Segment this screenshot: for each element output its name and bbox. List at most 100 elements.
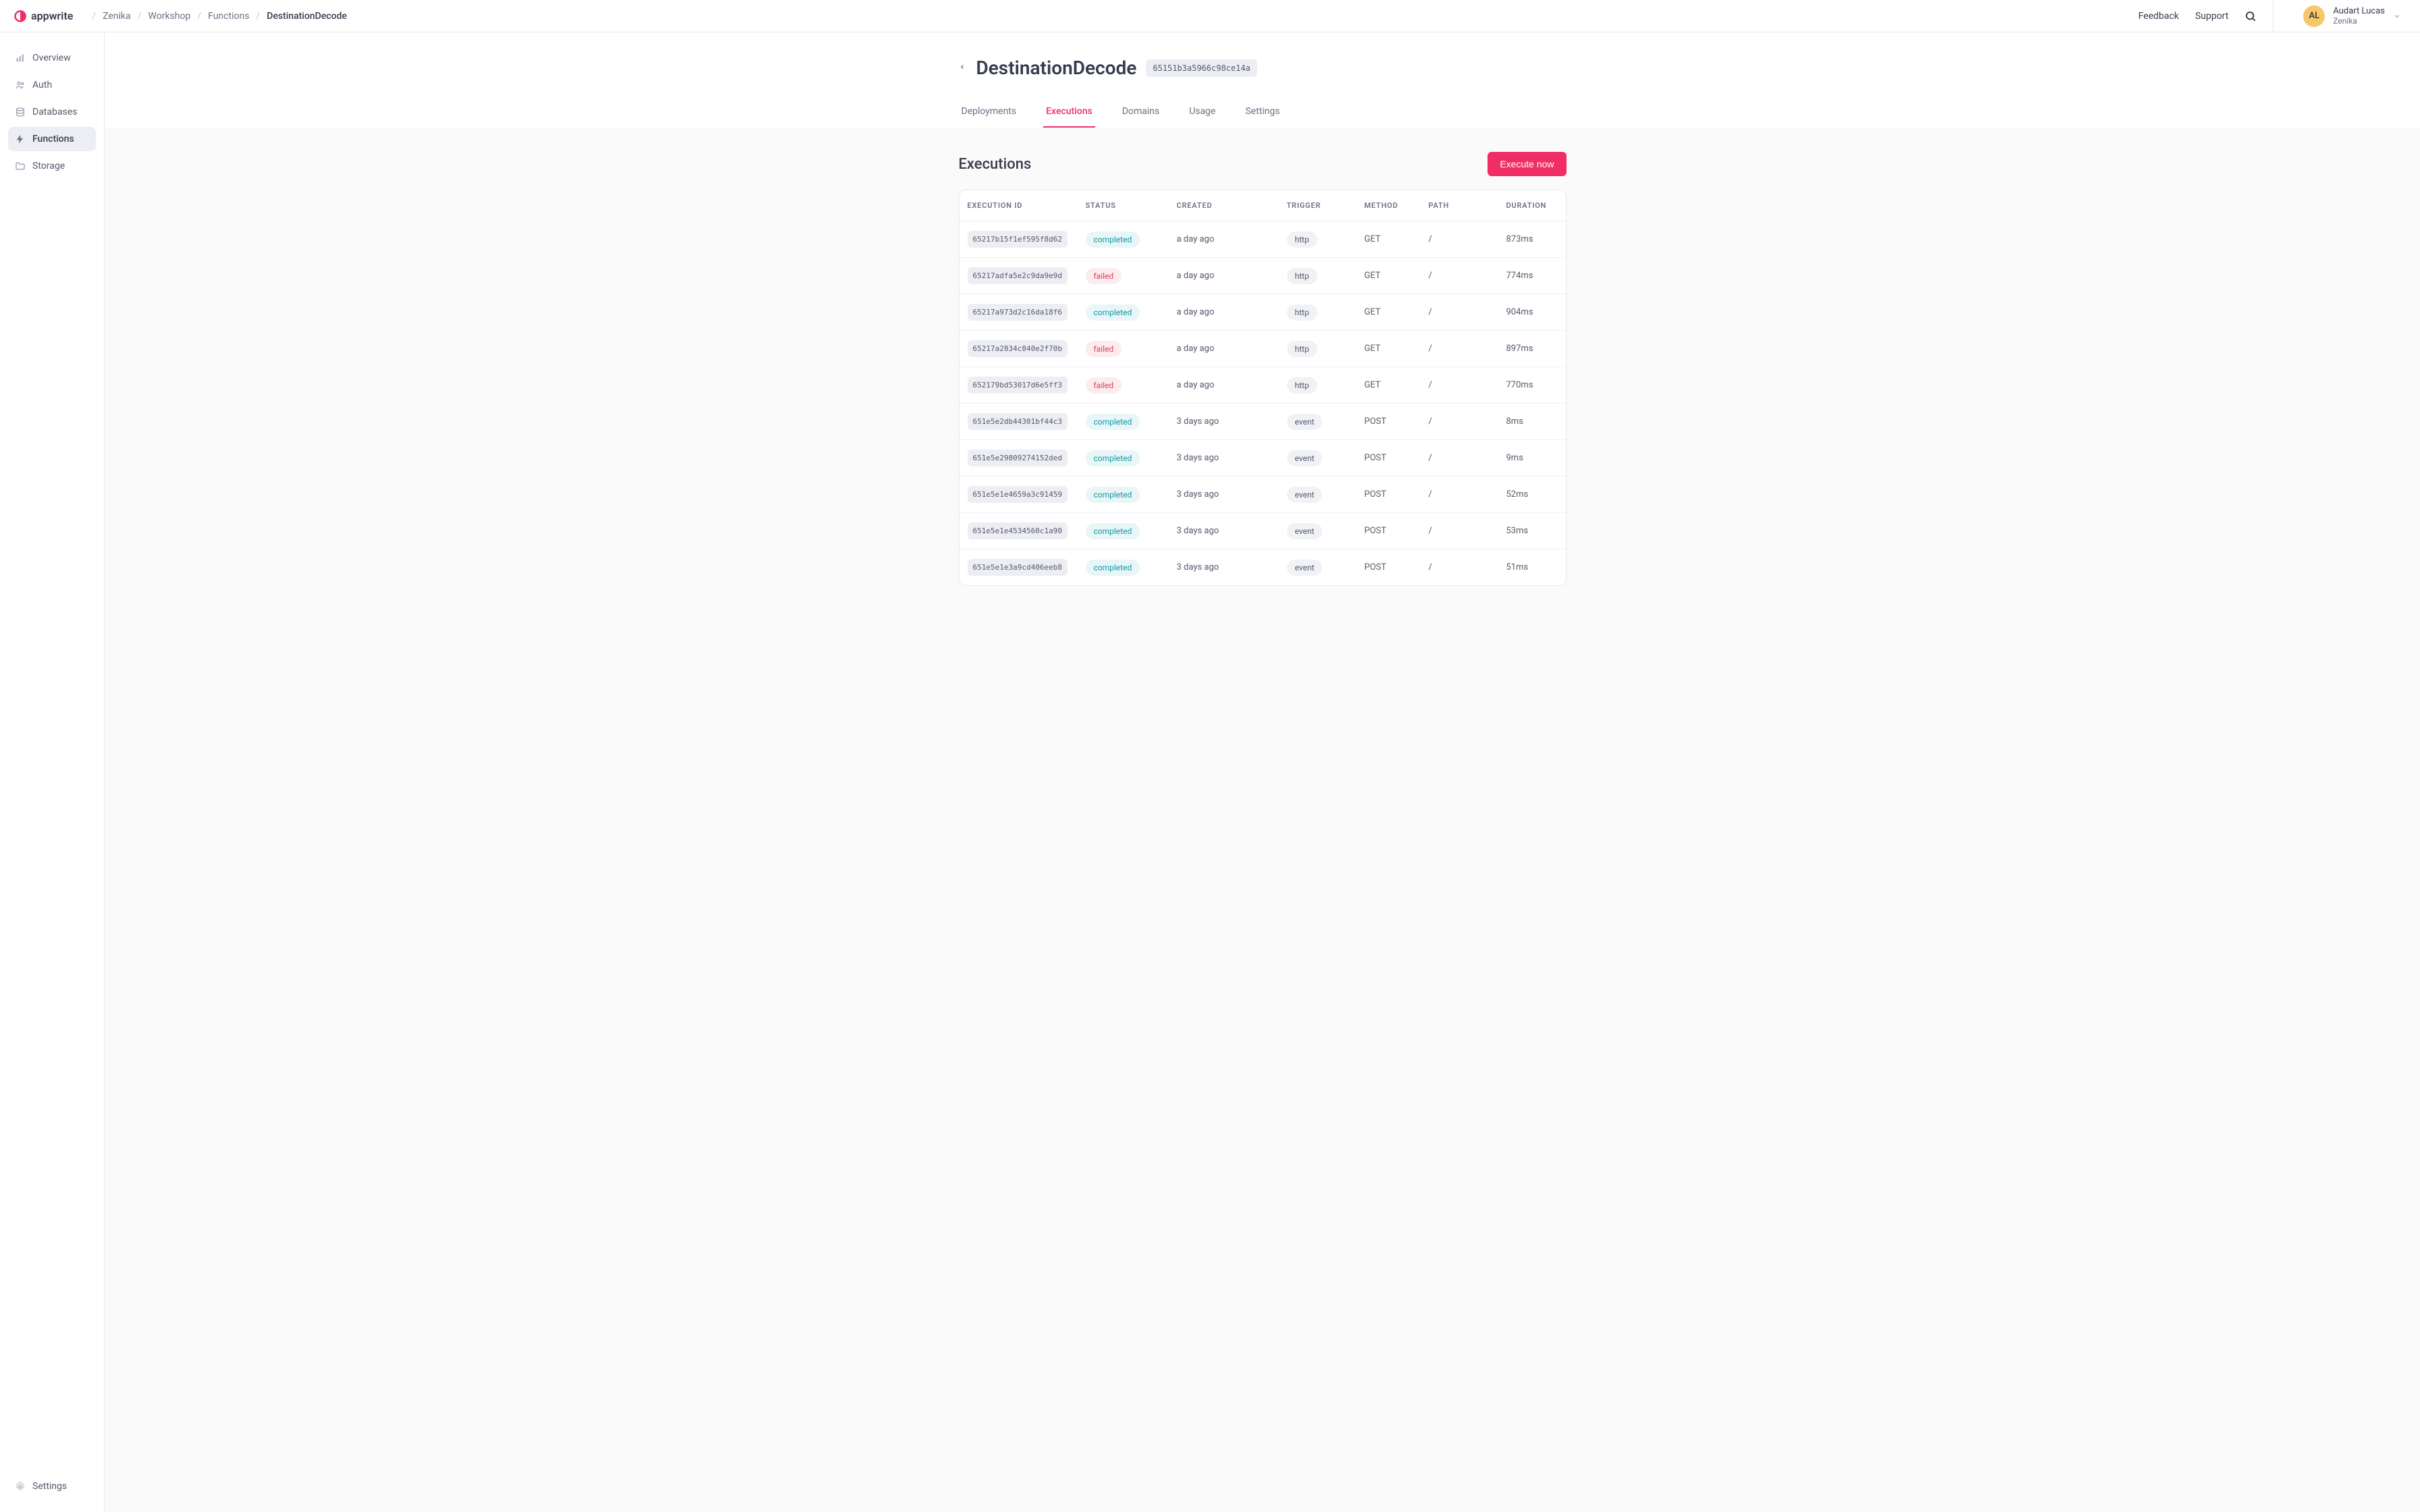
table-row[interactable]: 651e5e29809274152ded completed 3 days ag…	[959, 440, 1566, 477]
execution-id-chip[interactable]: 651e5e1e4534560c1a90	[968, 522, 1068, 539]
execution-id-chip[interactable]: 65217b15f1ef595f8d62	[968, 231, 1068, 248]
sidebar-item-auth[interactable]: Auth	[8, 73, 96, 97]
sidebar-item-storage[interactable]: Storage	[8, 154, 96, 178]
topbar-right: Feedback Support AL Audart Lucas Zenika	[2138, 0, 2406, 32]
trigger-pill: event	[1287, 487, 1323, 503]
breadcrumb-sep: /	[197, 11, 201, 22]
user-menu[interactable]: AL Audart Lucas Zenika	[2290, 5, 2406, 27]
created-cell: 3 days ago	[1177, 489, 1287, 500]
breadcrumb-item[interactable]: Workshop	[148, 11, 190, 22]
tab-settings[interactable]: Settings	[1242, 97, 1282, 128]
sidebar-item-label: Storage	[32, 161, 65, 171]
th-duration: DURATION	[1506, 201, 1558, 210]
table-row[interactable]: 65217b15f1ef595f8d62 completed a day ago…	[959, 221, 1566, 258]
table-row[interactable]: 651e5e1e4659a3c91459 completed 3 days ag…	[959, 477, 1566, 513]
execution-id-chip[interactable]: 65217adfa5e2c9da9e9d	[968, 267, 1068, 284]
method-cell: GET	[1365, 234, 1429, 244]
table-row[interactable]: 65217a2834c840e2f70b failed a day ago ht…	[959, 331, 1566, 367]
status-badge: failed	[1086, 341, 1122, 357]
table-row[interactable]: 651e5e1e3a9cd406eeb8 completed 3 days ag…	[959, 549, 1566, 585]
user-org: Zenika	[2333, 16, 2385, 26]
tab-deployments[interactable]: Deployments	[959, 97, 1020, 128]
table-body: 65217b15f1ef595f8d62 completed a day ago…	[959, 221, 1566, 585]
tab-domains[interactable]: Domains	[1120, 97, 1162, 128]
method-cell: GET	[1365, 307, 1429, 317]
function-id-chip[interactable]: 65151b3a5966c98ce14a	[1146, 59, 1257, 77]
duration-cell: 774ms	[1506, 271, 1558, 281]
tabs: Deployments Executions Domains Usage Set…	[959, 97, 1567, 128]
tab-usage[interactable]: Usage	[1186, 97, 1218, 128]
created-cell: a day ago	[1177, 307, 1287, 317]
execution-id-chip[interactable]: 651e5e1e4659a3c91459	[968, 486, 1068, 503]
trigger-pill: event	[1287, 414, 1323, 430]
user-text: Audart Lucas Zenika	[2333, 6, 2385, 26]
method-cell: POST	[1365, 562, 1429, 572]
th-path: PATH	[1429, 201, 1506, 210]
execution-id-chip[interactable]: 651e5e1e3a9cd406eeb8	[968, 559, 1068, 576]
support-link[interactable]: Support	[2195, 11, 2228, 22]
created-cell: 3 days ago	[1177, 416, 1287, 427]
sidebar-item-label: Settings	[32, 1481, 67, 1492]
created-cell: 3 days ago	[1177, 526, 1287, 536]
execution-id-chip[interactable]: 65217a973d2c16da18f6	[968, 304, 1068, 321]
table-row[interactable]: 65217a973d2c16da18f6 completed a day ago…	[959, 294, 1566, 331]
path-cell: /	[1429, 344, 1506, 354]
sidebar-item-functions[interactable]: Functions	[8, 127, 96, 151]
trigger-pill: event	[1287, 450, 1323, 466]
sidebar-item-overview[interactable]: Overview	[8, 46, 96, 70]
breadcrumb-sep: /	[92, 11, 96, 22]
created-cell: a day ago	[1177, 234, 1287, 244]
folder-icon	[15, 161, 26, 171]
path-cell: /	[1429, 307, 1506, 317]
chevron-down-icon	[2393, 12, 2401, 20]
breadcrumb-sep: /	[138, 11, 142, 22]
created-cell: a day ago	[1177, 271, 1287, 281]
created-cell: 3 days ago	[1177, 453, 1287, 463]
th-trigger: TRIGGER	[1287, 201, 1365, 210]
breadcrumb-current: DestinationDecode	[267, 11, 347, 22]
path-cell: /	[1429, 562, 1506, 572]
breadcrumb: / Zenika / Workshop / Functions / Destin…	[85, 11, 346, 22]
path-cell: /	[1429, 416, 1506, 427]
main: DestinationDecode 65151b3a5966c98ce14a D…	[105, 32, 2420, 1512]
tab-executions[interactable]: Executions	[1043, 97, 1095, 128]
breadcrumb-item[interactable]: Functions	[208, 11, 249, 22]
search-icon[interactable]	[2244, 10, 2257, 22]
sidebar-item-databases[interactable]: Databases	[8, 100, 96, 124]
table-row[interactable]: 651e5e2db44301bf44c3 completed 3 days ag…	[959, 404, 1566, 440]
sidebar-item-label: Overview	[32, 53, 71, 63]
brand-logo[interactable]: appwrite	[14, 9, 73, 23]
sidebar: Overview Auth Databases Functions Storag…	[0, 32, 105, 1512]
execution-id-chip[interactable]: 651e5e2db44301bf44c3	[968, 413, 1068, 430]
created-cell: 3 days ago	[1177, 562, 1287, 572]
topbar: appwrite / Zenika / Workshop / Functions…	[0, 0, 2420, 32]
method-cell: POST	[1365, 416, 1429, 427]
feedback-link[interactable]: Feedback	[2138, 11, 2179, 22]
table-row[interactable]: 652179bd53017d6e5ff3 failed a day ago ht…	[959, 367, 1566, 404]
gear-icon	[15, 1481, 26, 1492]
brand-name: appwrite	[31, 9, 73, 22]
sidebar-item-label: Auth	[32, 80, 52, 90]
execution-id-chip[interactable]: 652179bd53017d6e5ff3	[968, 377, 1068, 394]
bars-icon	[15, 53, 26, 63]
appwrite-logo-icon	[14, 9, 27, 23]
method-cell: GET	[1365, 271, 1429, 281]
table-row[interactable]: 65217adfa5e2c9da9e9d failed a day ago ht…	[959, 258, 1566, 294]
users-icon	[15, 80, 26, 90]
duration-cell: 897ms	[1506, 344, 1558, 354]
database-icon	[15, 107, 26, 117]
chevron-left-icon	[959, 62, 966, 72]
path-cell: /	[1429, 234, 1506, 244]
method-cell: POST	[1365, 453, 1429, 463]
sidebar-item-settings[interactable]: Settings	[8, 1474, 96, 1498]
trigger-pill: event	[1287, 560, 1323, 576]
execute-now-button[interactable]: Execute now	[1488, 152, 1566, 176]
execution-id-chip[interactable]: 651e5e29809274152ded	[968, 450, 1068, 466]
back-button[interactable]	[959, 62, 967, 74]
method-cell: GET	[1365, 380, 1429, 390]
th-execution-id: EXECUTION ID	[968, 201, 1086, 210]
table-row[interactable]: 651e5e1e4534560c1a90 completed 3 days ag…	[959, 513, 1566, 549]
duration-cell: 9ms	[1506, 453, 1558, 463]
execution-id-chip[interactable]: 65217a2834c840e2f70b	[968, 340, 1068, 357]
breadcrumb-item[interactable]: Zenika	[103, 11, 131, 22]
